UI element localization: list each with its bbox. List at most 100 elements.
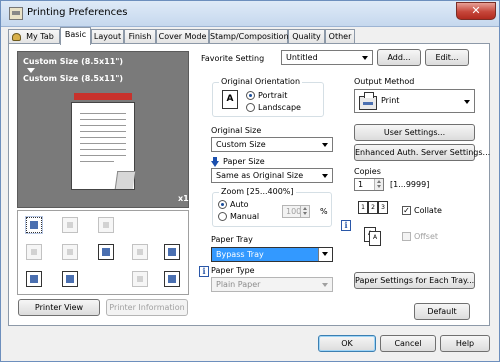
zoom-title: Zoom [25...400%] [219,187,296,196]
tab-cover-mode[interactable]: Cover Mode [156,29,209,44]
printer-information-button[interactable]: Printer Information [106,299,188,316]
add-favorite-label: Add... [387,53,411,62]
text-line [80,137,126,138]
tab-my-tab[interactable]: My Tab [8,29,60,44]
chevron-down-icon [362,56,368,60]
text-line [80,119,126,120]
text-line [80,125,126,126]
cancel-label: Cancel [394,339,422,348]
spin-arrows-icon[interactable] [300,206,309,217]
combination-icon[interactable] [62,244,78,260]
add-favorite-button[interactable]: Add... [377,49,421,66]
title-bar[interactable]: Printing Preferences ✕ [1,1,499,27]
collate-sheet-icon: 2 [368,201,378,214]
tab-label: Quality [292,32,321,41]
chevron-down-icon [464,100,470,104]
favorite-setting-select[interactable]: Untitled [281,50,373,65]
portrait-radio[interactable] [246,91,255,100]
zoom-group: Zoom [25...400%] [212,187,332,227]
tab-label: Basic [64,30,87,39]
duplex-icon[interactable] [26,244,42,260]
page-curl-icon [114,171,136,189]
preview-original-size: Custom Size (8.5x11") [23,57,124,66]
tab-other[interactable]: Other [325,29,355,44]
collate-sheet-icon: 3 [378,201,388,214]
paper-settings-each-tray-button[interactable]: Paper Settings for Each Tray... [354,272,475,289]
paper-tray-label: Paper Tray [211,235,253,244]
ok-button[interactable]: OK [318,335,376,352]
staple-icon[interactable] [98,244,114,260]
printer-information-label: Printer Information [109,303,185,312]
landscape-label: Landscape [258,103,301,112]
punch-icon[interactable] [132,244,148,260]
text-line [80,143,126,144]
copies-value: 1 [358,180,364,189]
tab-layout[interactable]: Layout [91,29,124,44]
printer-app-icon [9,7,23,20]
user-icon [12,33,21,41]
arrow-down-icon [211,157,219,167]
save-box-icon[interactable] [164,271,180,287]
info-icon[interactable]: i [199,266,209,277]
preview-paper-size: Custom Size (8.5x11") [23,74,124,83]
zoom-manual-radio[interactable] [218,212,227,221]
tab-label: Cover Mode [158,32,207,41]
collate-checkbox[interactable]: ✓ [402,206,411,215]
zoom-value-spinner[interactable]: 100 [282,205,310,218]
arrow-down-icon [27,68,35,73]
paper-tray-select[interactable]: Bypass Tray [211,247,333,262]
tab-basic[interactable]: Basic [60,27,91,45]
offset-label: Offset [414,232,439,241]
preview-page [71,102,136,190]
printer-icon [359,92,377,110]
original-orientation-title: Original Orientation [219,77,303,86]
output-method-select[interactable]: Print [354,89,475,113]
cover-icon[interactable] [164,244,180,260]
ok-label: OK [341,339,353,348]
fold-icon[interactable] [98,217,114,233]
close-button[interactable]: ✕ [456,2,496,20]
paper-type-select[interactable]: Plain Paper [211,277,333,292]
cancel-button[interactable]: Cancel [380,335,436,352]
tab-label: Finish [128,32,152,41]
copies-range: [1...9999] [390,180,430,189]
user-settings-label: User Settings... [383,128,446,137]
user-settings-button[interactable]: User Settings... [354,124,475,141]
window-title: Printing Preferences [27,7,128,18]
collate-label: Collate [414,206,442,215]
help-button[interactable]: Help [440,335,490,352]
default-button[interactable]: Default [414,303,470,320]
color-icon[interactable] [132,271,148,287]
chevron-down-icon [318,248,332,261]
offset-stack-icon: A [369,231,381,246]
paper-size-value: Same as Original Size [216,171,304,180]
print-mode-icon[interactable] [25,216,43,234]
copies-spinner[interactable]: 1 [354,178,384,191]
info-icon[interactable]: i [341,220,351,231]
paper-size-select[interactable]: Same as Original Size [211,168,333,183]
zoom-value: 100 [286,207,302,216]
tab-label: Other [328,32,352,41]
zoom-auto-radio[interactable] [218,200,227,209]
paper-preview: Custom Size (8.5x11") Custom Size (8.5x1… [17,51,189,208]
tab-finish[interactable]: Finish [124,29,156,44]
original-size-value: Custom Size [216,140,266,149]
secure-print-icon[interactable] [26,271,42,287]
spin-arrows-icon[interactable] [374,179,383,190]
user-auth-icon[interactable] [62,271,78,287]
help-label: Help [455,339,475,348]
tab-stamp-composition[interactable]: Stamp/Composition [209,29,289,44]
zoom-unit: % [320,207,328,216]
landscape-radio[interactable] [246,103,255,112]
original-size-select[interactable]: Custom Size [211,137,333,152]
offset-checkbox[interactable] [402,232,411,241]
function-icon-panel [17,210,189,295]
edit-favorite-button[interactable]: Edit... [425,49,469,66]
output-method-label: Output Method [354,77,415,86]
printer-view-button[interactable]: Printer View [18,299,100,316]
enhanced-auth-server-settings-button[interactable]: Enhanced Auth. Server Settings... [354,144,490,161]
tab-quality[interactable]: Quality [288,29,325,44]
chevron-down-icon [322,174,328,178]
tab-label: Stamp/Composition [210,32,289,41]
booklet-icon[interactable] [62,217,78,233]
